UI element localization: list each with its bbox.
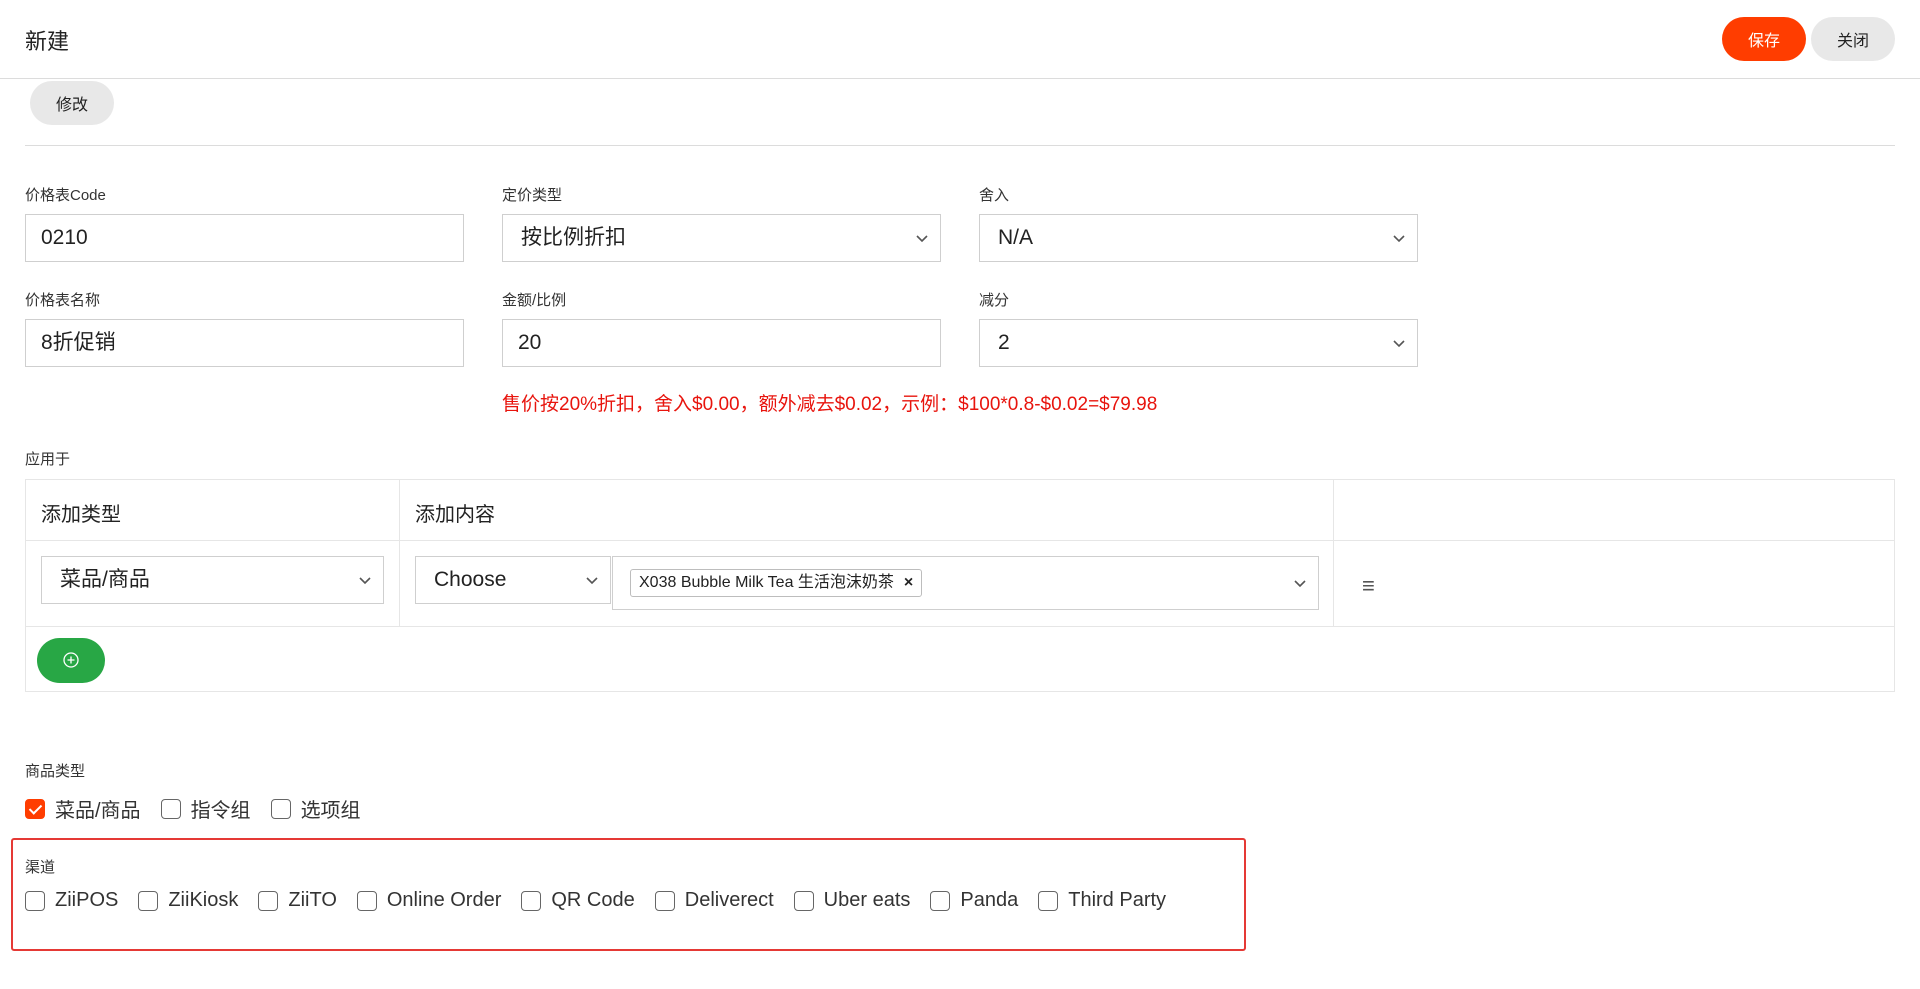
deduction-label: 减分	[979, 292, 1010, 309]
plus-circle-icon	[63, 652, 79, 668]
chevron-down-icon	[1391, 335, 1407, 351]
checkbox-label: ZiiTO	[288, 889, 337, 911]
checkbox-label: 选项组	[300, 800, 361, 822]
column-divider	[399, 480, 400, 626]
table-header: 添加类型 添加内容	[26, 480, 1894, 541]
checkbox-ziipos[interactable]	[25, 890, 45, 911]
code-input[interactable]: 0210	[25, 214, 464, 262]
close-button[interactable]: 关闭	[1811, 17, 1895, 61]
checkbox-option-group[interactable]	[270, 798, 291, 819]
apply-to-table: 添加类型 添加内容 菜品/商品 Choose X038 Bubble Milk …	[25, 479, 1895, 692]
section-divider	[25, 145, 1895, 146]
pricing-type-select[interactable]: 按比例折扣	[502, 214, 941, 262]
checkbox-panda[interactable]	[930, 890, 951, 911]
row-divider	[26, 626, 1894, 627]
page-title: 新建	[25, 29, 70, 54]
amount-ratio-label: 金额/比例	[502, 292, 567, 309]
modify-button[interactable]: 修改	[30, 81, 114, 125]
checkbox-dish-product[interactable]	[25, 798, 45, 819]
content-multiselect[interactable]: X038 Bubble Milk Tea 生活泡沫奶茶 ×	[612, 556, 1319, 610]
deduction-value: 2	[998, 331, 1010, 354]
checkbox-uber-eats[interactable]	[793, 890, 814, 911]
add-type-value: 菜品/商品	[60, 568, 150, 591]
chevron-down-icon	[584, 572, 600, 588]
rounding-value: N/A	[998, 226, 1034, 249]
chevron-down-icon	[1391, 230, 1407, 246]
column-divider	[1333, 480, 1334, 626]
checkbox-label: ZiiPOS	[55, 889, 119, 911]
checkbox-label: Third Party	[1068, 889, 1167, 911]
channel-label: 渠道	[25, 859, 56, 876]
add-row-button[interactable]	[37, 638, 105, 683]
page-header: 新建 保存 关闭	[0, 0, 1920, 79]
selected-item-tag: X038 Bubble Milk Tea 生活泡沫奶茶 ×	[630, 569, 923, 597]
column-header-type: 添加类型	[41, 504, 121, 526]
channel-options: ZiiPOS ZiiKiosk ZiiTO Online Order QR Co…	[25, 889, 1186, 912]
choose-select[interactable]: Choose	[415, 556, 611, 604]
checkbox-label: QR Code	[551, 889, 635, 911]
rounding-select[interactable]: N/A	[979, 214, 1418, 262]
apply-to-label: 应用于	[25, 451, 71, 468]
checkbox-ziito[interactable]	[258, 890, 279, 911]
column-header-content: 添加内容	[415, 504, 495, 526]
checkbox-online-order[interactable]	[356, 890, 377, 911]
checkbox-ziikiosk[interactable]	[138, 890, 159, 911]
checkbox-label: Panda	[960, 889, 1019, 911]
deduction-select[interactable]: 2	[979, 319, 1418, 367]
checkbox-third-party[interactable]	[1038, 890, 1059, 911]
checkbox-deliverect[interactable]	[654, 890, 675, 911]
code-label: 价格表Code	[25, 187, 106, 204]
name-label: 价格表名称	[25, 292, 101, 309]
chevron-down-icon	[1292, 575, 1308, 591]
choose-value: Choose	[434, 568, 507, 591]
drag-handle-icon[interactable]: ≡	[1362, 573, 1375, 599]
tag-label: X038 Bubble Milk Tea 生活泡沫奶茶	[639, 574, 894, 591]
amount-ratio-input[interactable]: 20	[502, 319, 941, 367]
checkbox-label: 指令组	[190, 800, 251, 822]
checkbox-label: 菜品/商品	[55, 800, 141, 822]
chevron-down-icon	[914, 230, 930, 246]
save-button[interactable]: 保存	[1722, 17, 1806, 61]
checkbox-label: Online Order	[386, 889, 502, 911]
checkbox-label: Deliverect	[684, 889, 774, 911]
name-input[interactable]: 8折促销	[25, 319, 464, 367]
product-type-options: 菜品/商品 指令组 选项组	[25, 794, 381, 823]
checkbox-label: Uber eats	[823, 889, 911, 911]
checkbox-qr-code[interactable]	[521, 890, 542, 911]
rounding-label: 舍入	[979, 187, 1010, 204]
pricing-type-label: 定价类型	[502, 187, 563, 204]
product-type-label: 商品类型	[25, 763, 86, 780]
pricing-type-value: 按比例折扣	[521, 226, 626, 249]
add-type-select[interactable]: 菜品/商品	[41, 556, 384, 604]
checkbox-instruction-group[interactable]	[160, 798, 181, 819]
chevron-down-icon	[357, 572, 373, 588]
checkbox-label: ZiiKiosk	[168, 889, 239, 911]
pricing-hint: 售价按20%折扣，舍入$0.00，额外减去$0.02，示例：$100*0.8-$…	[502, 394, 1158, 415]
close-icon[interactable]: ×	[904, 574, 913, 591]
